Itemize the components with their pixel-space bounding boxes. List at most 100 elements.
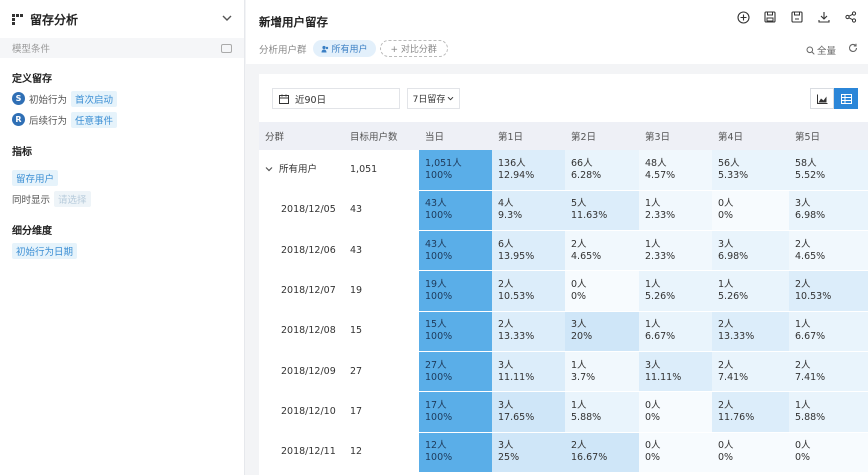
retention-cell[interactable]: 2人 13.33% [712,311,789,352]
retention-cell[interactable]: 3人 11.11% [492,351,565,393]
retention-period-select[interactable]: 7日留存 [407,88,460,109]
retention-cell[interactable]: 3人 6.98% [789,190,868,232]
table-row[interactable]: 2018/12/05 43 43人 100% 4人 9.3% 5人 11.63% 1人 2.33%… [259,190,868,232]
share-icon[interactable] [844,10,858,24]
retention-cell[interactable]: 0人 0% [639,391,712,433]
retention-cell[interactable]: 2人 16.67% [565,432,639,473]
retention-cell[interactable]: 0人 0% [639,432,712,473]
column-header[interactable]: 目标用户数 [344,122,419,150]
retention-cell[interactable]: 43人 100% [419,230,492,272]
retention-cell[interactable]: 2人 7.41% [712,351,789,393]
save-as-icon[interactable] [790,10,804,24]
retention-cell[interactable]: 2人 10.53% [789,270,868,312]
column-header[interactable]: 第2日 [565,122,639,150]
dimension-row: 初始行为日期 [12,242,232,259]
retention-analysis-icon [12,14,24,25]
retention-cell[interactable]: 66人 6.28% [565,150,639,191]
retention-count: 2人 [718,399,734,411]
metric-select[interactable]: 留存用户 [12,169,59,186]
retention-cell[interactable]: 17人 100% [419,391,492,433]
retention-cell[interactable]: 2人 7.41% [789,351,868,393]
table-row[interactable]: 2018/12/10 17 17人 100% 3人 17.65% 1人 5.88% 0人 0% 2人… [259,391,868,433]
retention-cell[interactable]: 27人 100% [419,351,492,393]
header: 新增用户留存 分析用户群 所有用户 + 对比分群 全量 [246,0,868,64]
user-group-pill[interactable]: 所有用户 [312,40,376,57]
define-retention-title: 定义留存 [12,74,52,85]
retention-count: 3人 [645,359,661,371]
compare-group-button[interactable]: + 对比分群 [379,40,448,57]
table-row[interactable]: 2018/12/07 19 19人 100% 2人 10.53% 0人 0% 1人 5.26% 1人… [259,270,868,312]
retention-cell[interactable]: 43人 100% [419,190,492,232]
show-also-select[interactable]: 请选择 [54,190,91,207]
retention-count: 0人 [571,279,587,291]
retention-cell[interactable]: 2人 4.65% [565,230,639,272]
retention-count: 12人 [425,440,447,452]
edit-model-icon[interactable] [221,43,232,53]
table-row[interactable]: 2018/12/06 43 43人 100% 6人 13.95% 2人 4.65% 1人 2.33… [259,230,868,272]
chart-view-button[interactable] [810,88,834,109]
retention-cell[interactable]: 136人 12.94% [492,150,565,191]
date-range-picker[interactable]: 近90日 [272,88,400,109]
retention-cell[interactable]: 1,051人 100% [419,150,492,191]
retention-cell[interactable]: 1人 2.33% [639,230,712,272]
add-circle-icon[interactable] [736,10,750,24]
retention-cell[interactable]: 15人 100% [419,311,492,352]
retention-cell[interactable]: 2人 10.53% [492,270,565,312]
retention-cell[interactable]: 1人 5.88% [565,391,639,433]
retention-cell[interactable]: 2人 11.76% [712,391,789,433]
table-row[interactable]: 所有用户 1,051 1,051人 100% 136人 12.94% 66人 6.28% 48人… [259,150,868,191]
refresh-icon[interactable] [848,43,858,56]
retention-cell[interactable]: 0人 0% [789,432,868,473]
retention-cell[interactable]: 3人 25% [492,432,565,473]
chevron-down-icon[interactable] [222,13,232,26]
retention-cell[interactable]: 58人 5.52% [789,150,868,191]
retention-cell[interactable]: 0人 0% [712,190,789,232]
retention-cell[interactable]: 3人 11.11% [639,351,712,393]
initial-event-select[interactable]: 首次启动 [71,90,118,107]
retention-rate: 0% [571,291,587,303]
dimension-select[interactable]: 初始行为日期 [12,242,78,259]
full-data-toggle[interactable]: 全量 [806,43,836,57]
retention-cell[interactable]: 1人 5.88% [789,391,868,433]
column-header[interactable]: 第3日 [639,122,712,150]
retention-count: 2人 [795,279,811,291]
download-icon[interactable] [817,10,831,24]
retention-cell[interactable]: 1人 6.67% [789,311,868,352]
group-all-users[interactable]: 所有用户 [259,150,344,191]
column-header[interactable]: 第1日 [492,122,565,150]
retention-cell[interactable]: 2人 4.65% [789,230,868,272]
retention-cell[interactable]: 1人 6.67% [639,311,712,352]
retention-cell[interactable]: 19人 100% [419,270,492,312]
column-header[interactable]: 第5日 [789,122,868,150]
retention-rate: 0% [718,452,734,464]
retention-cell[interactable]: 56人 5.33% [712,150,789,191]
retention-cell[interactable]: 0人 0% [712,432,789,473]
retention-rate: 100% [425,210,453,222]
target-users-cell: 15 [344,311,419,352]
collapse-chevron-icon[interactable] [265,164,279,175]
retention-count: 1人 [795,319,811,331]
column-header[interactable]: 分群 [259,122,344,150]
table-view-button[interactable] [834,88,858,109]
follow-event-select[interactable]: 任意事件 [71,111,118,128]
retention-cell[interactable]: 1人 5.26% [712,270,789,312]
column-header[interactable]: 第4日 [712,122,789,150]
retention-cell[interactable]: 6人 13.95% [492,230,565,272]
retention-cell[interactable]: 0人 0% [565,270,639,312]
retention-cell[interactable]: 5人 11.63% [565,190,639,232]
retention-cell[interactable]: 3人 6.98% [712,230,789,272]
retention-cell[interactable]: 2人 13.33% [492,311,565,352]
retention-cell[interactable]: 3人 20% [565,311,639,352]
retention-cell[interactable]: 1人 3.7% [565,351,639,393]
retention-cell[interactable]: 1人 5.26% [639,270,712,312]
retention-cell[interactable]: 3人 17.65% [492,391,565,433]
save-icon[interactable] [763,10,777,24]
retention-cell[interactable]: 12人 100% [419,432,492,473]
retention-cell[interactable]: 1人 2.33% [639,190,712,232]
table-row[interactable]: 2018/12/08 15 15人 100% 2人 13.33% 3人 20% 1人 6.67% 2… [259,311,868,352]
table-row[interactable]: 2018/12/11 12 12人 100% 3人 25% 2人 16.67% 0人 0% 0人 0%… [259,432,868,473]
column-header[interactable]: 当日 [419,122,492,150]
retention-cell[interactable]: 4人 9.3% [492,190,565,232]
table-row[interactable]: 2018/12/09 27 27人 100% 3人 11.11% 1人 3.7% 3人 11.11… [259,351,868,393]
retention-cell[interactable]: 48人 4.57% [639,150,712,191]
